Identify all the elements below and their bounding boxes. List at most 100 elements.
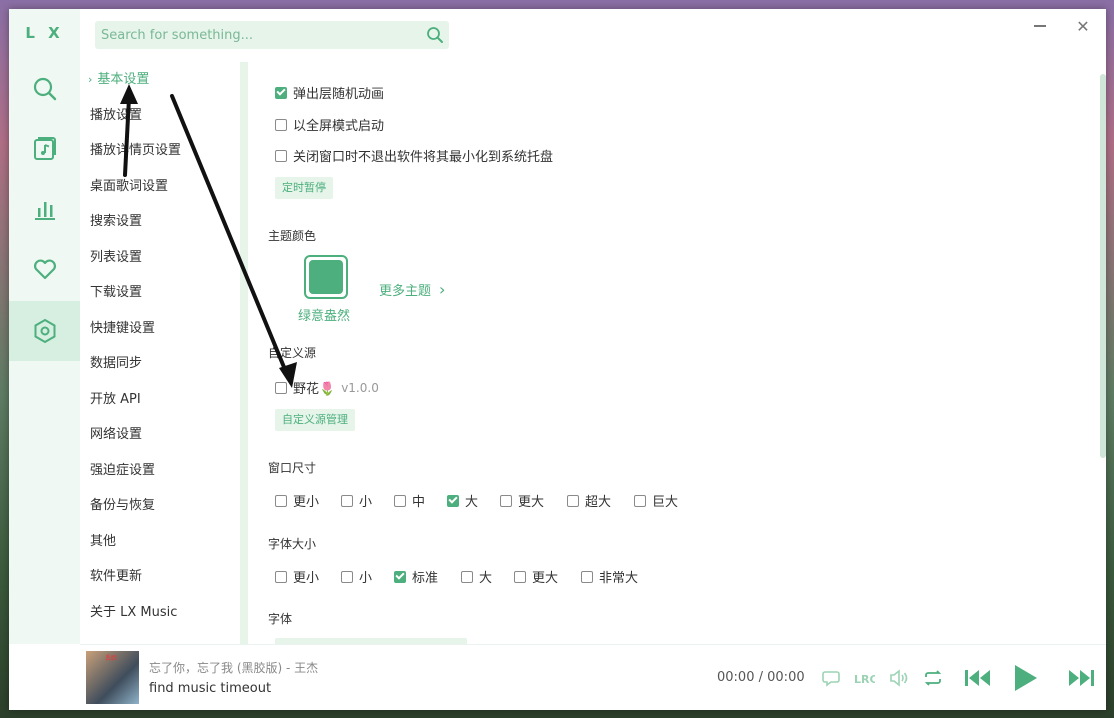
volume-icon	[890, 669, 908, 687]
nav-search-button[interactable]	[9, 59, 80, 119]
minimize-button[interactable]	[1029, 15, 1051, 37]
next-button[interactable]	[1064, 667, 1098, 689]
settings-nav-item[interactable]: 播放设置	[90, 106, 142, 126]
search-box	[95, 21, 449, 49]
settings-nav-item[interactable]: 其他	[90, 532, 116, 552]
search-input[interactable]	[95, 26, 421, 44]
font-size-option[interactable]: 大	[461, 567, 492, 586]
content-scrollbar[interactable]	[1100, 74, 1106, 458]
option-label: 非常大	[599, 571, 639, 586]
nav-songlist-button[interactable]	[9, 119, 80, 179]
font-size-option[interactable]: 更大	[514, 567, 558, 586]
theme-color-fill	[309, 260, 343, 294]
checkbox-icon	[461, 570, 473, 583]
settings-nav-item[interactable]: 下载设置	[90, 283, 142, 303]
popup-animation-checkbox[interactable]: 弹出层随机动画	[275, 83, 384, 102]
settings-nav-item[interactable]: 备份与恢复	[90, 496, 155, 516]
checkbox-checked-icon	[275, 86, 287, 99]
settings-nav-item[interactable]: 桌面歌词设置	[90, 177, 168, 197]
nav-leaderboard-button[interactable]	[9, 179, 80, 239]
window-size-option[interactable]: 大	[447, 491, 478, 510]
player-bar: 丢脸 忘了你，忘了我 (黑胶版) - 王杰 find music timeout…	[80, 644, 1106, 710]
option-label: 小	[359, 495, 373, 510]
window-size-option[interactable]: 超大	[567, 491, 611, 510]
settings-nav-item[interactable]: 数据同步	[90, 354, 142, 374]
album-cover[interactable]: 丢脸	[86, 651, 139, 704]
font-size-option[interactable]: 更小	[275, 567, 319, 586]
minimize-icon	[1034, 25, 1046, 27]
song-title[interactable]: 忘了你，忘了我 (黑胶版) - 王杰	[149, 659, 318, 676]
settings-nav-item[interactable]: 播放详情页设置	[90, 141, 181, 161]
settings-nav-item[interactable]: 开放 API	[90, 390, 141, 410]
play-button[interactable]	[1010, 663, 1040, 693]
more-themes-label: 更多主题	[379, 284, 432, 299]
app-logo: L X	[25, 24, 64, 42]
previous-button[interactable]	[961, 667, 995, 689]
close-icon: ✕	[1076, 16, 1090, 36]
settings-nav: › 基本设置 播放设置 播放详情页设置 桌面歌词设置 搜索设置 列表设置 下载设置…	[80, 62, 241, 644]
font-size-option[interactable]: 标准	[394, 567, 438, 586]
option-label: 大	[479, 571, 493, 586]
chevron-right-icon: ›	[88, 73, 93, 86]
theme-heading: 主题颜色	[268, 229, 317, 243]
checkbox-icon	[514, 570, 526, 583]
nav-settings-button[interactable]	[9, 301, 80, 361]
chevron-right-icon: ›	[439, 280, 446, 299]
checkbox-icon	[275, 570, 287, 583]
checkbox-checked-icon	[447, 494, 459, 507]
window-size-option[interactable]: 巨大	[634, 491, 678, 510]
window-size-option[interactable]: 更大	[500, 491, 544, 510]
window-size-option[interactable]: 小	[341, 491, 372, 510]
settings-nav-item[interactable]: 快捷键设置	[90, 319, 155, 339]
settings-nav-item[interactable]: 网络设置	[90, 425, 142, 445]
checkbox-icon	[500, 494, 512, 507]
window-size-option[interactable]: 中	[394, 491, 425, 510]
icon-sidebar: L X	[9, 9, 80, 644]
checkbox-icon	[567, 494, 579, 507]
font-size-option[interactable]: 非常大	[581, 567, 638, 586]
checkbox-icon	[275, 118, 287, 131]
option-label: 更小	[293, 571, 320, 586]
window-size-option[interactable]: 更小	[275, 491, 319, 510]
settings-nav-item-basic[interactable]: › 基本设置	[88, 70, 149, 90]
settings-nav-item[interactable]: 搜索设置	[90, 212, 142, 232]
search-icon[interactable]	[421, 26, 449, 44]
minimize-to-tray-checkbox[interactable]: 关闭窗口时不退出软件将其最小化到系统托盘	[275, 146, 553, 165]
settings-nav-item[interactable]: 软件更新	[90, 567, 142, 587]
font-size-option[interactable]: 小	[341, 567, 372, 586]
checkbox-icon	[341, 494, 353, 507]
play-icon	[1015, 665, 1037, 691]
font-heading: 字体	[268, 612, 293, 626]
option-label: 小	[359, 571, 373, 586]
settings-nav-item[interactable]: 关于 LX Music	[90, 603, 177, 623]
search-icon	[33, 77, 56, 101]
skip-previous-icon	[965, 670, 990, 686]
custom-source-manage-button[interactable]: 自定义源管理	[275, 409, 355, 431]
nav-scrollbar[interactable]	[240, 62, 248, 644]
custom-source-version: v1.0.0	[341, 380, 379, 395]
checkbox-label: 以全屏模式启动	[293, 119, 385, 134]
more-themes-link[interactable]: 更多主题 ›	[379, 280, 445, 299]
repeat-button[interactable]	[921, 667, 945, 689]
lyric-button[interactable]: LRC	[852, 667, 876, 689]
custom-source-heading: 自定义源	[268, 346, 317, 360]
cover-text: 丢脸	[105, 655, 118, 662]
song-status: find music timeout	[149, 681, 272, 696]
comment-button[interactable]	[819, 667, 843, 689]
close-button[interactable]: ✕	[1072, 15, 1094, 37]
nav-favorite-button[interactable]	[9, 239, 80, 299]
settings-nav-item[interactable]: 强迫症设置	[90, 461, 155, 481]
custom-source-item[interactable]: 野花🌷 v1.0.0	[275, 378, 379, 397]
time-total: 00:00	[767, 670, 805, 685]
settings-nav-item[interactable]: 列表设置	[90, 248, 142, 268]
app-window: L X ✕ › 基本设置 播放设置 播放详情页设置 桌面歌词设置	[9, 9, 1106, 710]
option-label: 巨大	[652, 495, 679, 510]
svg-text:LRC: LRC	[854, 673, 875, 686]
timer-pause-button[interactable]: 定时暂停	[275, 177, 333, 199]
checkbox-icon	[341, 570, 353, 583]
theme-name: 绿意盎然	[298, 309, 351, 324]
repeat-icon	[924, 670, 942, 686]
volume-button[interactable]	[887, 667, 911, 689]
theme-swatch[interactable]	[304, 255, 348, 299]
fullscreen-start-checkbox[interactable]: 以全屏模式启动	[275, 115, 384, 134]
